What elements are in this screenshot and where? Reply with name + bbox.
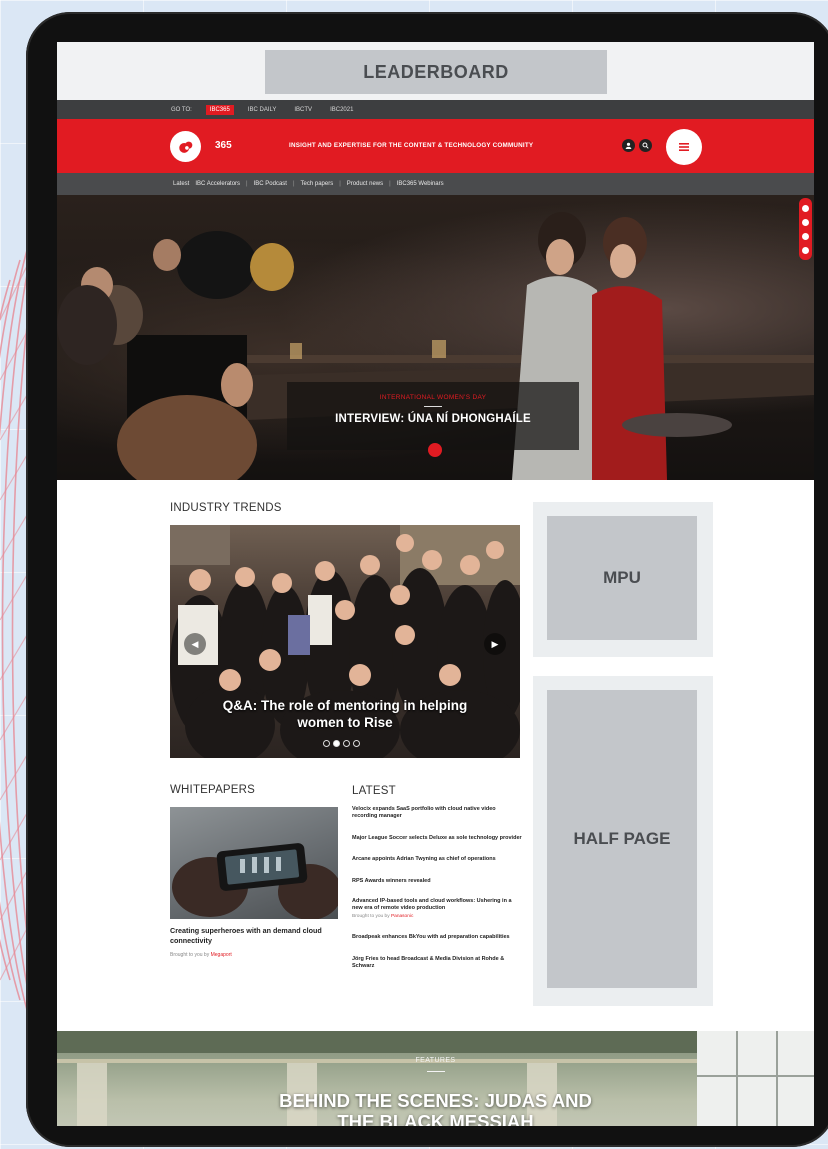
carousel-dots (323, 740, 360, 747)
hero-title[interactable]: INTERVIEW: ÚNA NÍ DHONGHAÍLE (287, 413, 579, 425)
menu-button[interactable] (666, 129, 702, 165)
carousel-dot[interactable] (343, 740, 350, 747)
list-item[interactable]: Advanced IP-based tools and cloud workfl… (352, 898, 522, 920)
hero-carousel-dot[interactable] (428, 443, 442, 457)
whitepaper-title[interactable]: Creating superheroes with an demand clou… (170, 926, 338, 946)
hands-phone-photo (172, 843, 338, 919)
site-header: 365 INSIGHT AND EXPERTISE FOR THE CONTEN… (57, 119, 814, 173)
features-divider (427, 1071, 445, 1072)
goto-label: GO TO: (171, 106, 192, 113)
features-title[interactable]: BEHIND THE SCENES: JUDAS AND THE BLACK M… (57, 1090, 814, 1126)
leaderboard-area: LEADERBOARD (57, 42, 814, 100)
whitepapers-heading: WHITEPAPERS (170, 784, 256, 796)
list-item[interactable]: Major League Soccer selects Deluxe as so… (352, 835, 522, 842)
carousel-next-button[interactable]: ▶ (484, 633, 506, 655)
logo-text: 365 (215, 140, 232, 151)
features-title-line-1: BEHIND THE SCENES: JUDAS AND (279, 1090, 592, 1111)
site-link-ibc-daily[interactable]: IBC DAILY (244, 105, 281, 115)
half-page-ad[interactable]: HALF PAGE (547, 690, 697, 988)
nav-latest[interactable]: Latest (173, 181, 189, 187)
leaderboard-ad[interactable]: LEADERBOARD (265, 50, 607, 94)
user-icon[interactable] (622, 139, 635, 152)
site-tagline: INSIGHT AND EXPERTISE FOR THE CONTENT & … (289, 142, 534, 149)
caption-line-1: Q&A: The role of mentoring in helping (222, 698, 468, 713)
site-link-ibc365[interactable]: IBC365 (205, 104, 234, 115)
features-kicker: FEATURES (415, 1057, 456, 1064)
nav-ibc-podcast[interactable]: IBC Podcast (254, 181, 287, 187)
list-item-title: Advanced IP-based tools and cloud workfl… (352, 898, 512, 912)
nav-tech-papers[interactable]: Tech papers (301, 181, 334, 187)
hero-caption[interactable]: INTERNATIONAL WOMEN'S DAY INTERVIEW: ÚNA… (287, 382, 579, 450)
sponsor-prefix: Brought to you by (352, 913, 390, 919)
site-link-ibctv[interactable]: IBCTV (290, 105, 316, 115)
site-link-ibc2021[interactable]: IBC2021 (326, 105, 357, 115)
nav-separator: | (292, 181, 295, 187)
nav-separator: | (389, 181, 391, 187)
linkedin-icon[interactable] (802, 232, 809, 240)
tablet-screen: LEADERBOARD GO TO: IBC365 IBC DAILY IBCT… (57, 42, 814, 1126)
carousel-dot[interactable] (353, 740, 360, 747)
carousel-dot-active[interactable] (333, 740, 340, 747)
sponsor-prefix: Brought to you by (170, 952, 210, 958)
whitepaper-sponsor: Brought to you by Megaport (170, 952, 232, 958)
ibc-logo[interactable] (170, 131, 201, 162)
industry-trends-heading: INDUSTRY TRENDS (170, 502, 282, 514)
hero-divider (424, 406, 442, 407)
nav-separator: | (246, 181, 248, 187)
twitter-icon[interactable] (802, 218, 809, 226)
social-share-bar (799, 198, 812, 260)
industry-trends-carousel[interactable]: ◀ ▶ Q&A: The role of mentoring in helpin… (170, 525, 520, 758)
ibc-logo-icon (178, 141, 192, 153)
hero-banner[interactable]: INTERNATIONAL WOMEN'S DAY INTERVIEW: ÚNA… (57, 195, 814, 480)
menu-icon (679, 143, 689, 151)
search-icon[interactable] (639, 139, 652, 152)
main-content: INDUSTRY TRENDS ◀ ▶ Q&A: The role of men… (57, 480, 814, 1031)
features-title-line-2: THE BLACK MESSIAH (337, 1111, 534, 1126)
email-icon[interactable] (802, 246, 809, 254)
list-item[interactable]: RPS Awards winners revealed (352, 878, 522, 885)
industry-trends-caption[interactable]: Q&A: The role of mentoring in helping wo… (170, 697, 520, 731)
caption-line-2: women to Rise (297, 715, 393, 730)
list-item-sponsor: Brought to you by Panasonic (352, 913, 522, 920)
nav-product-news[interactable]: Product news (347, 181, 383, 187)
list-item[interactable]: Jörg Fries to head Broadcast & Media Div… (352, 956, 522, 971)
whitepaper-image[interactable] (170, 807, 338, 919)
list-item[interactable]: Arcane appoints Adrian Twyning as chief … (352, 856, 522, 863)
list-item[interactable]: Broadpeak enhances BkYou with ad prepara… (352, 934, 522, 941)
section-nav: Latest IBC Accelerators | IBC Podcast | … (57, 173, 814, 195)
carousel-prev-button[interactable]: ◀ (184, 633, 206, 655)
nav-separator: | (339, 181, 341, 187)
nav-ibc-accelerators[interactable]: IBC Accelerators (195, 181, 240, 187)
list-item[interactable]: Velocix expands SaaS portfolio with clou… (352, 806, 522, 821)
half-page-ad-container: HALF PAGE (533, 676, 713, 1006)
hero-kicker: INTERNATIONAL WOMEN'S DAY (379, 394, 487, 401)
sponsor-link[interactable]: Megaport (211, 952, 232, 958)
latest-heading: LATEST (352, 785, 396, 797)
mpu-ad-container: MPU (533, 502, 713, 657)
nav-webinars[interactable]: IBC365 Webinars (397, 181, 444, 187)
latest-list: Velocix expands SaaS portfolio with clou… (352, 806, 522, 970)
sponsor-link[interactable]: Panasonic (391, 914, 413, 919)
carousel-dot[interactable] (323, 740, 330, 747)
site-switcher-bar: GO TO: IBC365 IBC DAILY IBCTV IBC2021 (57, 100, 814, 119)
mpu-ad[interactable]: MPU (547, 516, 697, 640)
facebook-icon[interactable] (802, 204, 809, 212)
features-banner[interactable]: FEATURES BEHIND THE SCENES: JUDAS AND TH… (57, 1031, 814, 1126)
